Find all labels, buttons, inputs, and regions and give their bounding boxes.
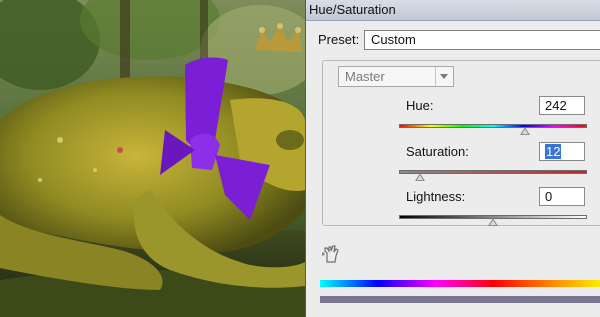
frog-illustration [0, 0, 305, 317]
channel-select[interactable]: Master [338, 66, 454, 87]
chevron-down-icon [435, 67, 453, 86]
hue-slider-track[interactable] [399, 124, 587, 128]
color-spectrum-bar-after [320, 296, 600, 303]
hand-adjust-icon[interactable] [321, 244, 343, 264]
channel-value: Master [345, 69, 385, 84]
saturation-label: Saturation: [406, 144, 469, 159]
dialog-title: Hue/Saturation [306, 0, 600, 21]
saturation-slider-track[interactable] [399, 170, 587, 174]
preset-select[interactable]: Custom [364, 30, 600, 50]
lightness-input[interactable]: 0 [539, 187, 585, 206]
saturation-input[interactable]: 12 [539, 142, 585, 161]
preset-label: Preset: [318, 32, 360, 47]
lightness-slider-thumb[interactable] [488, 218, 498, 226]
background-artwork [0, 0, 305, 317]
hue-saturation-dialog: Hue/Saturation Preset: Custom Master Hue… [305, 0, 600, 317]
lightness-label: Lightness: [406, 189, 466, 204]
color-spectrum-bar-before [320, 280, 600, 287]
hue-slider-thumb[interactable] [519, 127, 530, 135]
saturation-slider-thumb[interactable] [414, 173, 425, 181]
hue-label: Hue: [406, 98, 434, 113]
hue-input[interactable]: 242 [539, 96, 585, 115]
